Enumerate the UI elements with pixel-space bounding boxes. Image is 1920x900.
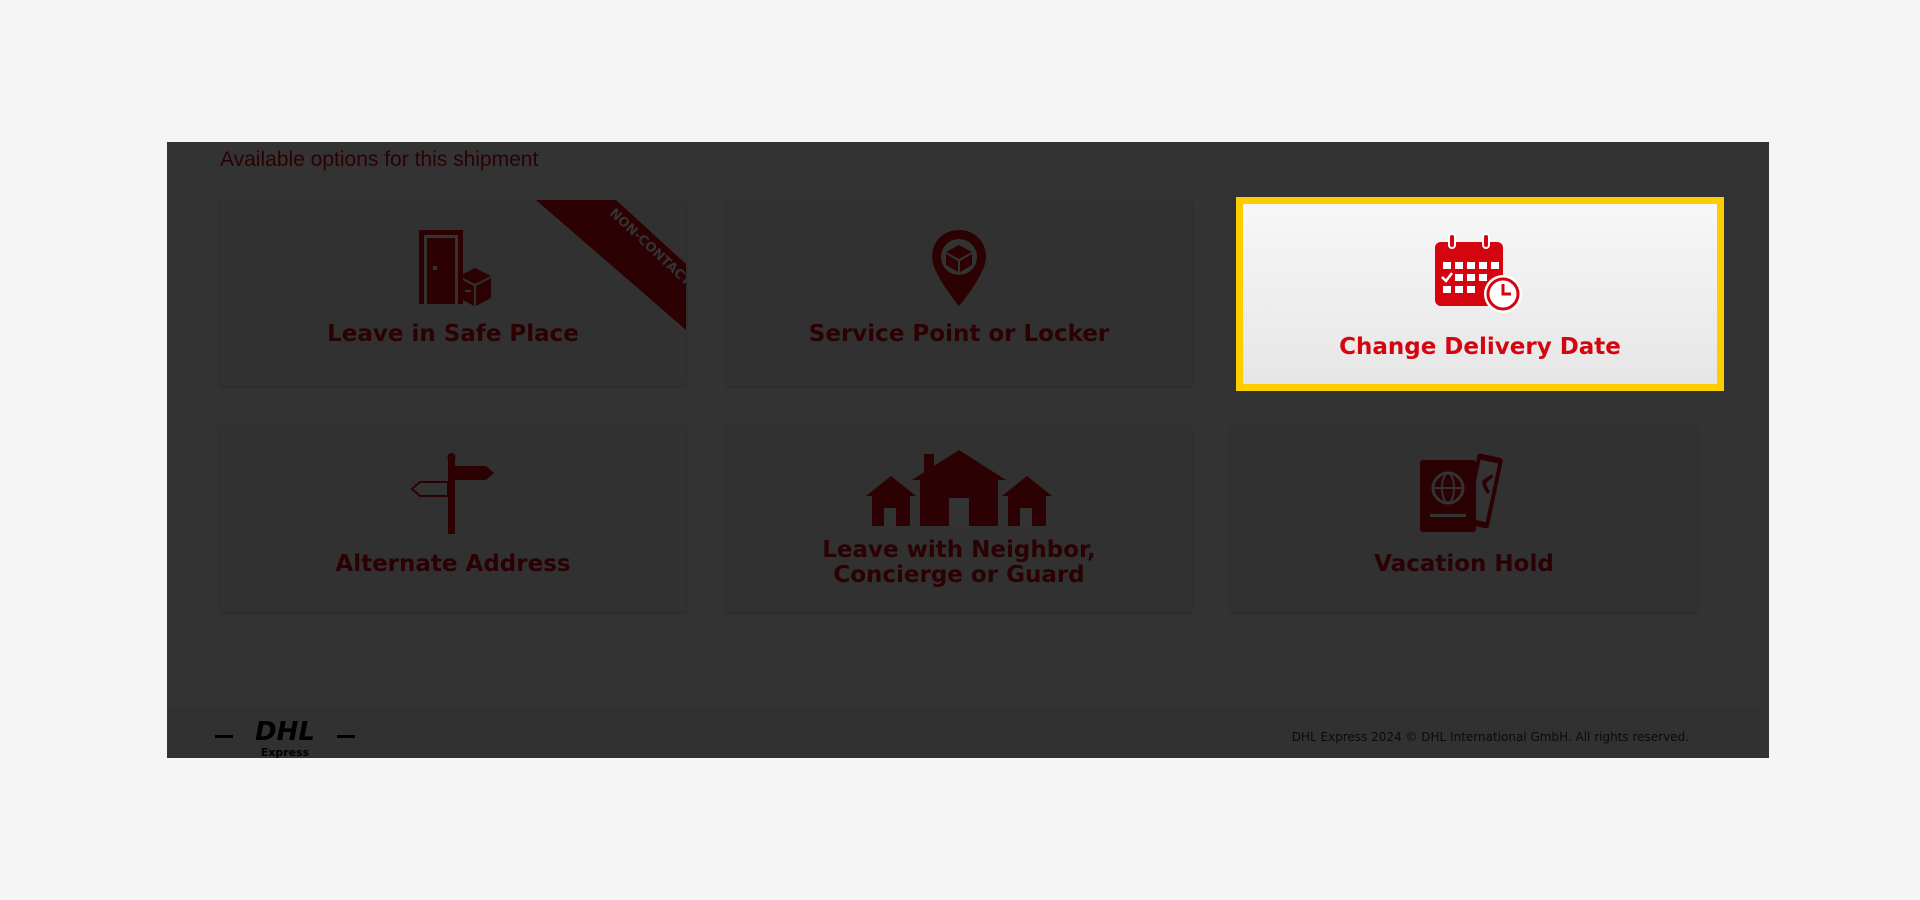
option-label: Service Point or Locker xyxy=(808,321,1110,347)
option-label: Alternate Address xyxy=(335,551,571,577)
option-label: Change Delivery Date xyxy=(1339,334,1621,360)
houses-icon xyxy=(866,450,1052,526)
option-change-delivery-date[interactable]: Change Delivery Date xyxy=(1236,197,1724,391)
footer-copyright: DHL Express 2024 © DHL International Gmb… xyxy=(1291,730,1689,744)
signpost-icon xyxy=(410,453,494,534)
option-leave-in-safe-place[interactable]: Leave in Safe Place NON-CONTACT xyxy=(220,200,686,386)
door-package-icon xyxy=(419,230,491,306)
option-leave-with-neighbor[interactable]: Leave with Neighbor, Concierge or Guard xyxy=(726,426,1192,612)
passport-ticket-icon xyxy=(1420,453,1503,532)
page-footer: DHL Express DHL Express 2024 © DHL Inter… xyxy=(167,708,1759,758)
dhl-express-logo[interactable]: DHL Express xyxy=(215,720,355,758)
section-title: Available options for this shipment xyxy=(220,148,539,171)
option-alternate-address[interactable]: Alternate Address xyxy=(220,426,686,612)
option-service-point-or-locker[interactable]: Service Point or Locker xyxy=(726,200,1192,386)
option-label: Vacation Hold xyxy=(1374,551,1554,577)
option-label-line-1: Leave with Neighbor, xyxy=(822,537,1096,563)
logo-text: DHL xyxy=(255,720,315,747)
location-pin-package-icon xyxy=(932,230,986,306)
option-vacation-hold[interactable]: Vacation Hold xyxy=(1231,426,1697,612)
option-label-line-2: Concierge or Guard xyxy=(833,562,1085,588)
calendar-clock-icon xyxy=(1435,233,1522,313)
shipment-options-frame: Available options for this shipment Leav… xyxy=(167,142,1769,758)
logo-subtext: Express xyxy=(261,746,310,758)
